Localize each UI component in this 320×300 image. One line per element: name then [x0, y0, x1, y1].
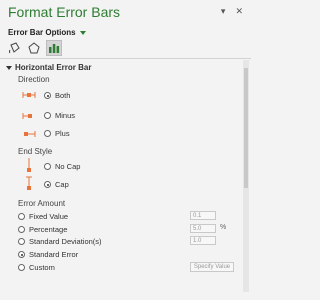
direction-option-label: Minus — [55, 111, 76, 120]
options-label: Error Bar Options — [8, 28, 76, 37]
tab-error-bar-options[interactable] — [46, 40, 62, 56]
specify-value-button[interactable]: Specify Value — [190, 262, 234, 272]
radio-minus[interactable] — [44, 112, 51, 119]
direction-option-label: Plus — [55, 129, 70, 138]
no-cap-icon — [27, 158, 31, 172]
pane-controls: ▾ ✕ — [221, 6, 243, 17]
direction-option-minus[interactable]: Minus — [44, 111, 75, 120]
error-amount-option-label: Standard Deviation(s) — [29, 237, 102, 246]
radio-percentage[interactable] — [18, 226, 25, 233]
error-amount-option-percentage[interactable]: Percentage — [18, 225, 67, 234]
direction-option-label: Both — [55, 91, 71, 100]
error-amount-option-custom[interactable]: Custom — [18, 263, 55, 272]
percentage-field[interactable]: 5.0 — [190, 224, 216, 233]
end-style-option-label: No Cap — [55, 162, 81, 171]
paint-bucket-icon — [9, 42, 20, 54]
cap-icon — [26, 176, 32, 190]
fixed-value-field[interactable]: 0.1 — [190, 211, 216, 220]
options-tabs — [6, 40, 62, 56]
end-style-option-cap[interactable]: Cap — [44, 180, 69, 189]
chevron-down-icon[interactable]: ▾ — [221, 6, 226, 17]
format-error-bars-pane: Format Error Bars ▾ ✕ Error Bar Options — [0, 0, 251, 300]
error-amount-option-label: Fixed Value — [29, 212, 69, 221]
collapse-triangle-icon — [6, 65, 12, 70]
radio-both[interactable] — [44, 92, 51, 99]
radio-fixed-value[interactable] — [18, 213, 25, 220]
error-amount-option-label: Percentage — [29, 225, 68, 234]
radio-std-dev[interactable] — [18, 238, 25, 245]
direction-option-plus[interactable]: Plus — [44, 129, 70, 138]
end-style-option-label: Cap — [55, 180, 69, 189]
error-amount-option-label: Custom — [29, 263, 55, 272]
tab-effects[interactable] — [26, 40, 42, 56]
close-icon[interactable]: ✕ — [235, 6, 243, 17]
chevron-down-icon — [79, 31, 86, 35]
divider — [0, 58, 251, 59]
radio-no-cap[interactable] — [44, 163, 51, 170]
radio-standard-error[interactable] — [18, 251, 25, 258]
std-dev-field[interactable]: 1.0 — [190, 236, 216, 245]
minus-direction-icon — [22, 113, 32, 119]
direction-label: Direction — [18, 75, 50, 84]
scrollbar[interactable] — [243, 60, 249, 292]
error-amount-label: Error Amount — [18, 199, 66, 208]
section-title: Horizontal Error Bar — [15, 63, 92, 72]
both-direction-icon — [22, 92, 36, 98]
error-bar-options-dropdown[interactable]: Error Bar Options — [8, 28, 86, 37]
error-amount-option-std-dev[interactable]: Standard Deviation(s) — [18, 237, 102, 246]
pentagon-effects-icon — [28, 42, 40, 54]
radio-cap[interactable] — [44, 181, 51, 188]
section-horizontal-error-bar[interactable]: Horizontal Error Bar — [6, 63, 91, 72]
error-amount-option-label: Standard Error — [29, 250, 79, 259]
error-amount-option-standard-error[interactable]: Standard Error — [18, 250, 78, 259]
percent-unit: % — [220, 224, 227, 231]
scrollbar-thumb[interactable] — [244, 68, 248, 188]
end-style-option-no-cap[interactable]: No Cap — [44, 162, 80, 171]
error-amount-option-fixed-value[interactable]: Fixed Value — [18, 212, 68, 221]
tab-fill-line[interactable] — [6, 40, 22, 56]
plus-direction-icon — [24, 131, 36, 137]
direction-option-both[interactable]: Both — [44, 91, 70, 100]
radio-custom[interactable] — [18, 264, 25, 271]
end-style-label: End Style — [18, 147, 53, 156]
radio-plus[interactable] — [44, 130, 51, 137]
bar-chart-options-icon — [49, 44, 60, 53]
pane-title: Format Error Bars — [8, 4, 121, 20]
